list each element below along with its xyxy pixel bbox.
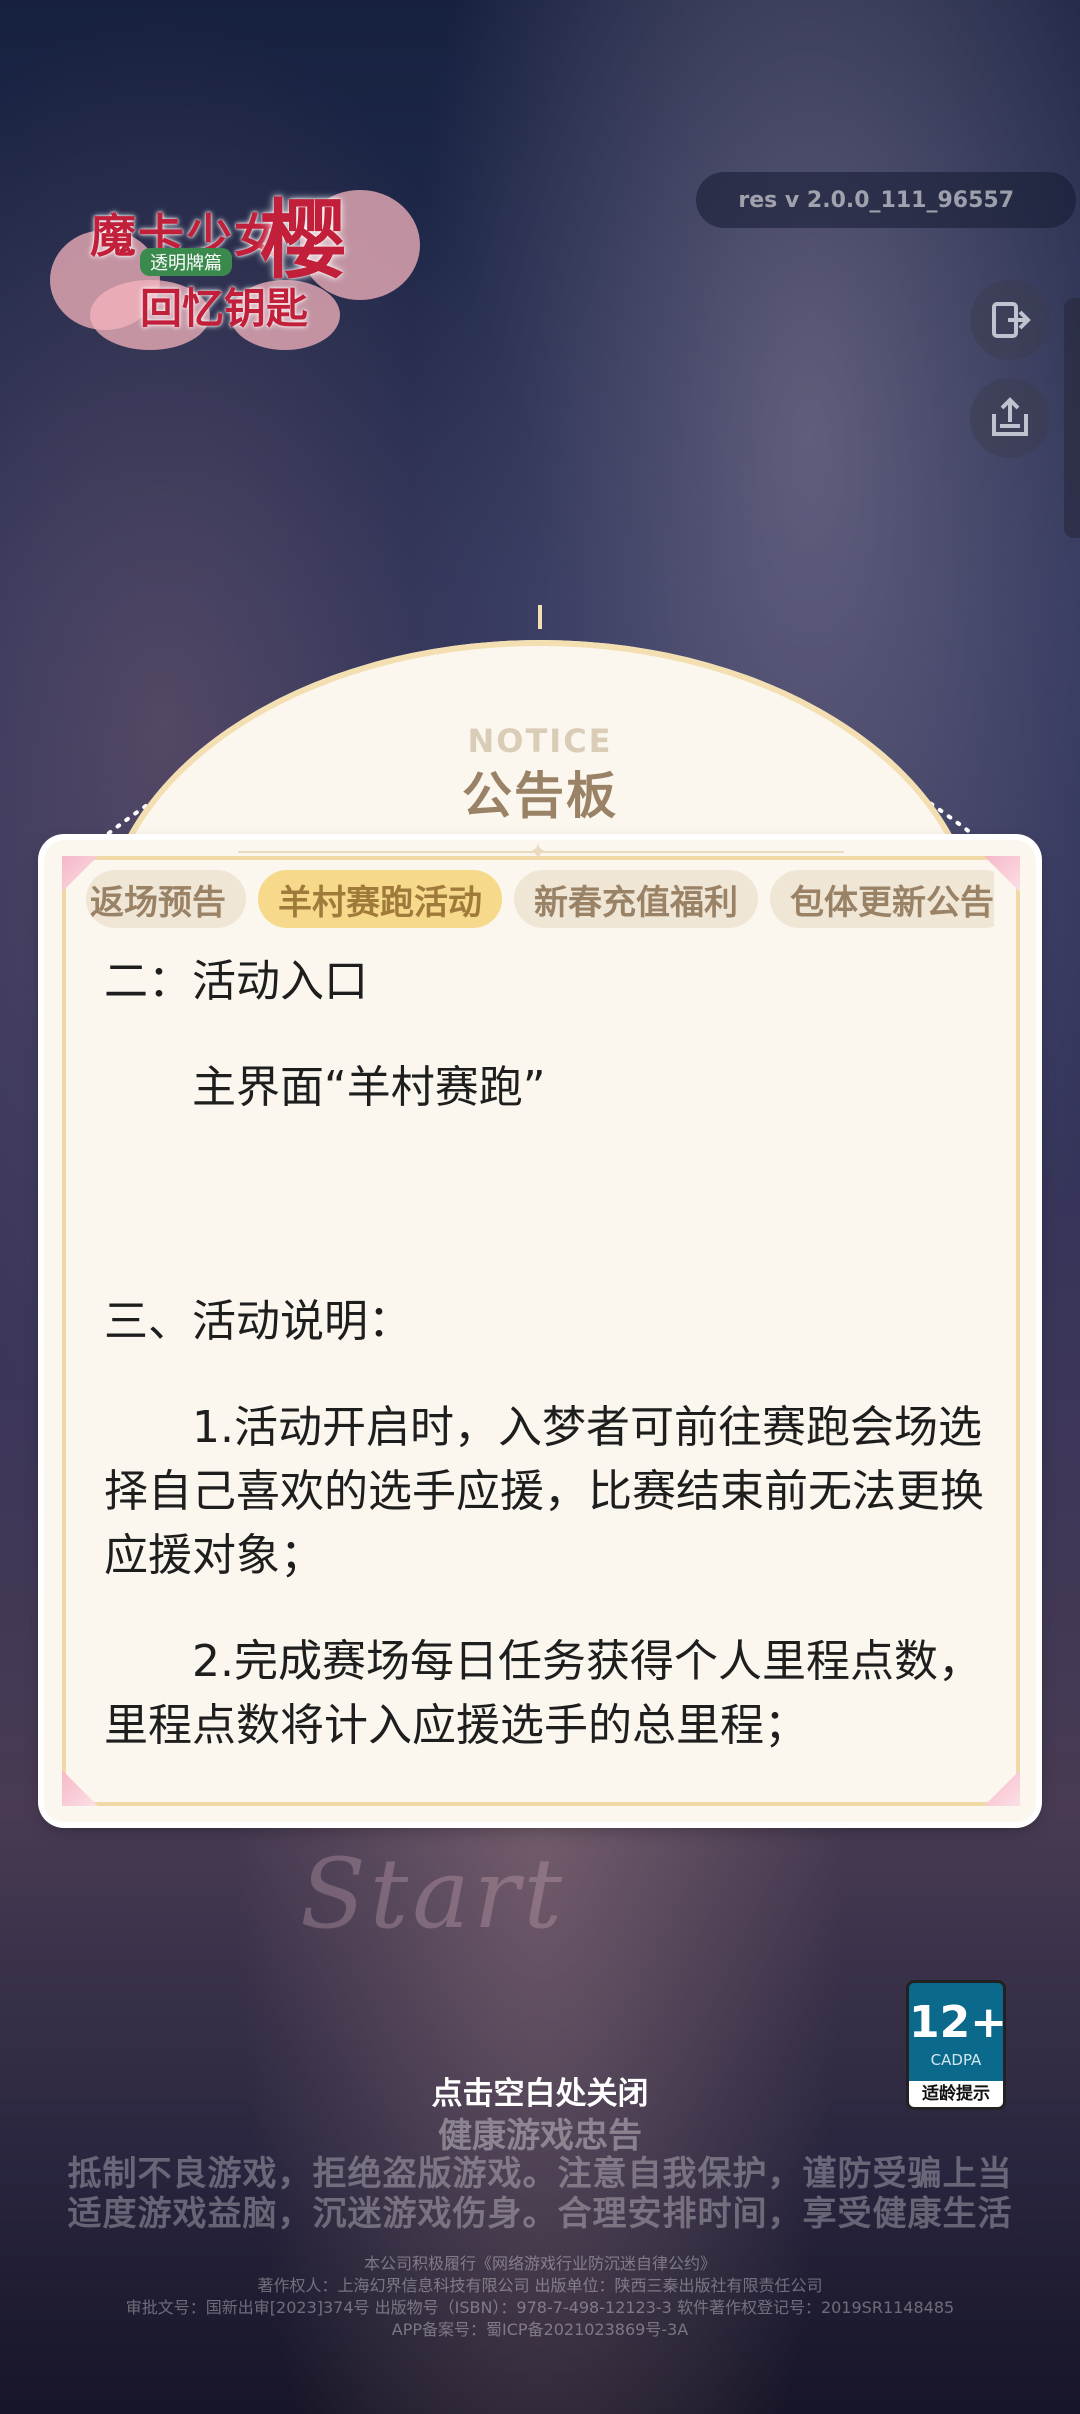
notice-content[interactable]: 二：活动入口 主界面“羊村赛跑” 三、活动说明： 1.活动开启时，入梦者可前往赛… [104,940,984,1760]
section2-heading: 二：活动入口 [104,956,368,1007]
notice-title: 公告板 [462,767,618,825]
age-rating-badge[interactable]: 12+ CADPA 适龄提示 [906,1980,1006,2110]
divider-star-icon: ✦ [528,838,549,866]
side-drawer-handle[interactable] [1064,298,1080,538]
tab-return-preview[interactable]: 返场预告 [86,870,246,928]
start-watermark: Start [300,1838,567,1950]
tab-sheep-village-race[interactable]: 羊村赛跑活动 [258,870,502,928]
legal-line: 著作权人：上海幻界信息科技有限公司 出版单位：陕西三秦出版社有限责任公司 [257,2276,823,2295]
section3-item2: 2.完成赛场每日任务获得个人里程点数，里程点数将计入应援选手的总里程； [104,1636,982,1751]
logout-icon [992,302,1031,338]
logo-line2: 回忆钥匙 [140,284,309,333]
logo-tagline: 透明牌篇 [140,248,232,276]
age-rating-org: CADPA [930,2051,982,2069]
tab-package-update[interactable]: 包体更新公告 [770,870,994,928]
tab-new-year-recharge[interactable]: 新春充值福利 [514,870,758,928]
notice-label: NOTICE [467,722,613,760]
section3-heading: 三、活动说明： [104,1296,412,1347]
section3-item1: 1.活动开启时，入梦者可前往赛跑会场选择自己喜欢的选手应援，比赛结束前无法更换应… [104,1402,984,1581]
upload-icon [992,397,1028,436]
section2-body: 主界面“羊村赛跑” [192,1062,546,1113]
notice-tabs: 返场预告 羊村赛跑活动 新春充值福利 包体更新公告 [86,870,994,932]
age-rating-label: 适龄提示 [909,2081,1003,2107]
version-label: res v 2.0.0_111_96557 [696,172,1076,228]
legal-line: 审批文号：国新出审[2023]374号 出版物号（ISBN）：978-7-498… [125,2298,955,2317]
age-rating-number: 12+ [909,1997,1006,2048]
legal-line: 本公司积极履行《网络游戏行业防沉迷自律公约》 [363,2254,716,2273]
game-logo: 魔卡少女 樱 透明牌篇 回忆钥匙 [50,170,430,350]
health-advice-line2: 适度游戏益脑，沉迷游戏伤身。合理安排时间，享受健康生活 [67,2194,1013,2234]
upload-button[interactable] [970,378,1050,458]
legal-line: APP备案号：蜀ICP备2021023869号-3A [391,2320,689,2339]
logout-button[interactable] [970,280,1050,360]
